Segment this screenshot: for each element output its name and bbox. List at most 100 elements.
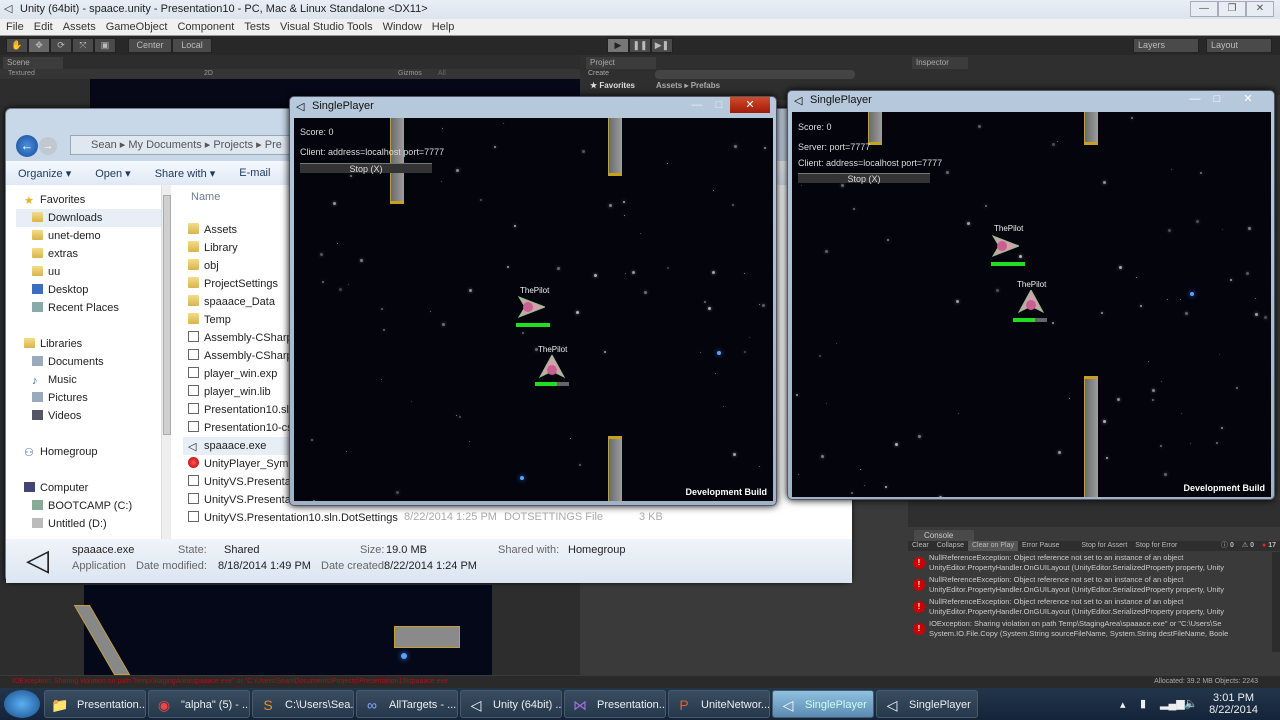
game-canvas[interactable]: Score: 0 Server: port=7777 Client: addre… xyxy=(792,112,1271,497)
file-row[interactable]: Presentation10.sln xyxy=(188,401,295,419)
nav-uu[interactable]: uu xyxy=(32,263,60,281)
scrollbar-thumb[interactable] xyxy=(163,195,171,435)
minimize-button[interactable]: — xyxy=(1184,91,1206,107)
nav-extras[interactable]: extras xyxy=(32,245,78,263)
nav-scrollbar[interactable] xyxy=(161,185,171,539)
file-row[interactable]: Library xyxy=(188,239,238,257)
file-row[interactable]: Assets xyxy=(188,221,237,239)
tab-console[interactable]: Console xyxy=(914,530,974,541)
taskbar-item[interactable]: ◁ SinglePlayer xyxy=(772,690,874,718)
tab-inspector[interactable]: Inspector xyxy=(912,57,968,69)
layers-dropdown[interactable]: Layers xyxy=(1133,38,1199,53)
menu-edit[interactable]: Edit xyxy=(34,19,53,35)
warning-count[interactable]: ⚠ 0 xyxy=(1238,541,1258,551)
menu-tests[interactable]: Tests xyxy=(244,19,270,35)
nav-music[interactable]: ♪ Music xyxy=(32,371,77,389)
error-count[interactable]: ● 17 xyxy=(1258,541,1280,551)
menu-help[interactable]: Help xyxy=(432,19,455,35)
breadcrumb-projects[interactable]: Projects xyxy=(213,139,253,151)
console-entry[interactable]: ! NullReferenceException: Object referenc… xyxy=(908,575,1272,596)
organize-button[interactable]: Organize ▾ xyxy=(6,167,83,180)
menu-assets[interactable]: Assets xyxy=(63,19,96,35)
pivot-local-button[interactable]: Local xyxy=(172,38,212,53)
file-row[interactable]: Assembly-CSharp-v xyxy=(188,347,302,365)
nav-homegroup[interactable]: ⚇ Homegroup xyxy=(24,443,97,461)
share-with-button[interactable]: Share with ▾ xyxy=(143,167,228,180)
file-row[interactable]: obj xyxy=(188,257,219,275)
taskbar-item[interactable]: ◉ "alpha" (5) - ... xyxy=(148,690,250,718)
nav-computer[interactable]: Computer xyxy=(24,479,88,497)
scale-tool-icon[interactable]: ⤧ xyxy=(72,38,94,53)
file-row[interactable]: UnityVS.Presentation10.sln.DotSettings xyxy=(188,509,398,527)
breadcrumb-presentation[interactable]: Pre xyxy=(265,139,282,151)
taskbar-item[interactable]: ⋈ Presentation... xyxy=(564,690,666,718)
tab-project[interactable]: Project xyxy=(586,57,656,69)
nav-drive-d[interactable]: Untitled (D:) xyxy=(32,515,107,533)
console-error-pause-toggle[interactable]: Error Pause xyxy=(1018,541,1063,551)
file-row[interactable]: UnityVS.Presentatio xyxy=(188,491,302,509)
close-button[interactable]: ✕ xyxy=(1246,1,1274,17)
console-entry[interactable]: ! NullReferenceException: Object referenc… xyxy=(908,553,1272,574)
nav-documents[interactable]: Documents xyxy=(32,353,104,371)
minimize-button[interactable]: — xyxy=(686,97,708,113)
taskbar-item[interactable]: ◁ Unity (64bit) ... xyxy=(460,690,562,718)
back-button[interactable]: ← xyxy=(16,135,38,157)
shading-dropdown[interactable]: Textured xyxy=(8,69,35,79)
console-scrollbar[interactable] xyxy=(1272,552,1280,652)
volume-icon[interactable]: 🔈 xyxy=(1184,697,1198,710)
file-row[interactable]: Assembly-CSharp.c xyxy=(188,329,301,347)
menu-file[interactable]: File xyxy=(6,19,24,35)
step-button[interactable]: ▶❚ xyxy=(651,38,673,53)
nav-desktop[interactable]: Desktop xyxy=(32,281,88,299)
console-entry[interactable]: ! IOException: Sharing violation on path … xyxy=(908,619,1272,640)
close-button[interactable]: ✕ xyxy=(1228,91,1268,107)
file-row[interactable]: ◁ spaaace.exe xyxy=(183,437,303,455)
hand-tool-icon[interactable]: ✋ xyxy=(6,38,28,53)
file-row[interactable]: Presentation10-csh xyxy=(188,419,299,437)
file-row[interactable]: player_win.lib xyxy=(188,383,271,401)
stop-button[interactable]: Stop (X) xyxy=(300,163,432,174)
taskbar-item[interactable]: S C:\Users\Sea... xyxy=(252,690,354,718)
maximize-button[interactable]: □ xyxy=(1206,91,1228,107)
gizmos-dropdown[interactable]: Gizmos xyxy=(398,69,422,79)
file-row[interactable]: UnityVS.Presentatio xyxy=(188,473,302,491)
create-dropdown[interactable]: Create xyxy=(588,70,609,77)
pivot-center-button[interactable]: Center xyxy=(128,38,172,53)
project-search[interactable] xyxy=(655,70,855,79)
menu-vs-tools[interactable]: Visual Studio Tools xyxy=(280,19,373,35)
nav-libraries[interactable]: Libraries xyxy=(24,335,82,353)
email-button[interactable]: E-mail xyxy=(227,167,282,179)
info-count[interactable]: ⓘ 0 xyxy=(1217,541,1238,551)
nav-downloads[interactable]: Downloads xyxy=(16,209,161,227)
file-row[interactable]: ProjectSettings xyxy=(188,275,278,293)
console-stop-assert-toggle[interactable]: Stop for Assert xyxy=(1077,541,1131,551)
scene-view-bottom[interactable] xyxy=(73,585,492,675)
nav-favorites[interactable]: ★ Favorites xyxy=(24,191,85,209)
file-row[interactable]: Temp xyxy=(188,311,231,329)
stop-button[interactable]: Stop (X) xyxy=(798,173,930,184)
column-header-name[interactable]: Name xyxy=(191,191,220,203)
console-clear-button[interactable]: Clear xyxy=(908,541,933,551)
file-row[interactable]: UnityPlayer_Symbo xyxy=(188,455,301,473)
start-button[interactable] xyxy=(4,690,40,718)
console-collapse-button[interactable]: Collapse xyxy=(933,541,968,551)
console-clear-on-play-toggle[interactable]: Clear on Play xyxy=(967,541,1019,551)
nav-recent-places[interactable]: Recent Places xyxy=(32,299,119,317)
menu-gameobject[interactable]: GameObject xyxy=(106,19,168,35)
close-button[interactable]: ✕ xyxy=(730,97,770,113)
restore-button[interactable]: ❐ xyxy=(1218,1,1246,17)
rect-tool-icon[interactable]: ▣ xyxy=(94,38,116,53)
console-entry[interactable]: ! NullReferenceException: Object referenc… xyxy=(908,597,1272,618)
pause-button[interactable]: ❚❚ xyxy=(629,38,651,53)
nav-unet-demo[interactable]: unet-demo xyxy=(32,227,101,245)
power-icon[interactable]: ▮ xyxy=(1140,697,1146,710)
menu-window[interactable]: Window xyxy=(383,19,422,35)
forward-button[interactable]: → xyxy=(39,137,57,155)
nav-pictures[interactable]: Pictures xyxy=(32,389,88,407)
maximize-button[interactable]: □ xyxy=(708,97,730,113)
taskbar-item[interactable]: ◁ SinglePlayer xyxy=(876,690,978,718)
show-hidden-icons[interactable]: ▴ xyxy=(1120,698,1126,711)
file-row[interactable]: spaaace_Data xyxy=(188,293,275,311)
play-button[interactable]: ▶ xyxy=(607,38,629,53)
taskbar-item[interactable]: P UniteNetwor... xyxy=(668,690,770,718)
